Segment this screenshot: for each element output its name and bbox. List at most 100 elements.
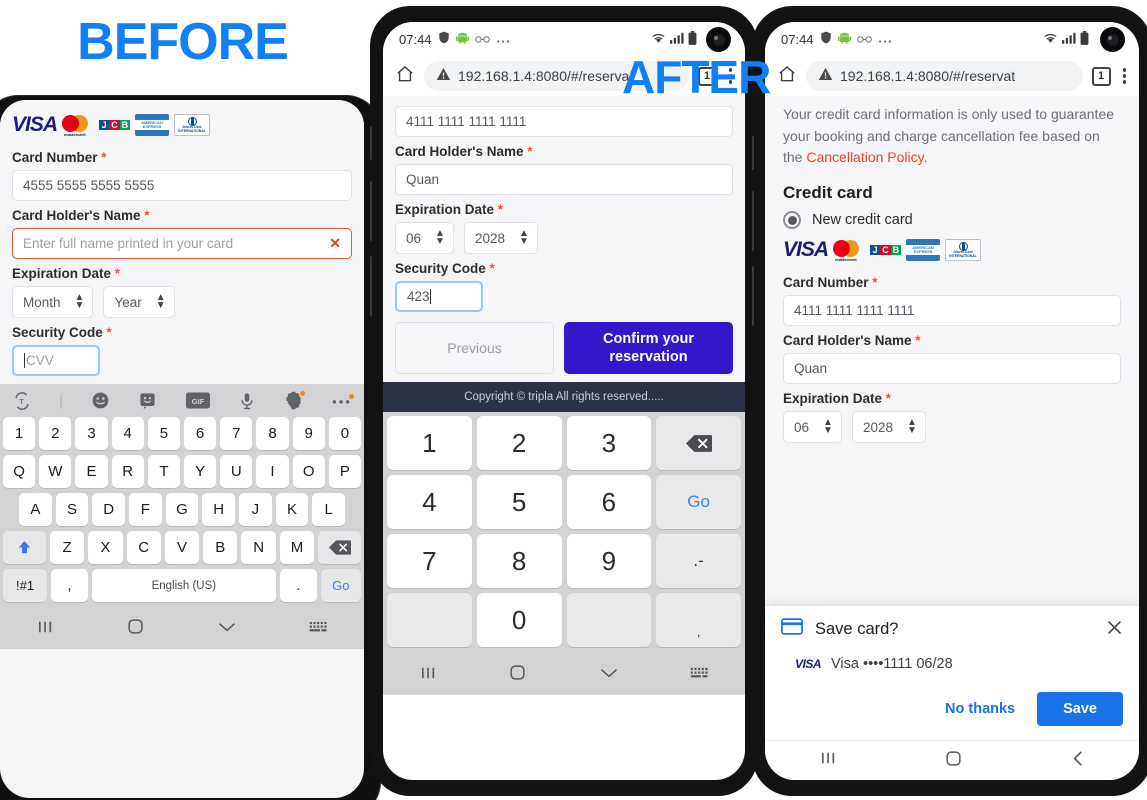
recents-icon[interactable] — [36, 618, 54, 641]
key[interactable]: H — [202, 493, 236, 526]
key[interactable]: V — [164, 531, 200, 564]
key[interactable]: 3 — [75, 417, 108, 450]
tab-counter-right[interactable]: 1 — [1091, 66, 1111, 86]
home-icon[interactable] — [508, 663, 527, 687]
save-button[interactable]: Save — [1037, 692, 1123, 726]
home-icon[interactable] — [777, 64, 797, 89]
cancellation-policy-link[interactable]: Cancellation Policy — [806, 149, 923, 165]
chevron-down-icon[interactable] — [599, 666, 619, 685]
key[interactable]: F — [129, 493, 162, 526]
numpad-key[interactable]: 6 — [566, 475, 652, 529]
gif-icon[interactable]: GIF — [185, 392, 210, 409]
expiry-month-select-mid[interactable]: 06 ▲ ▼ — [395, 222, 454, 254]
key[interactable]: W — [39, 455, 72, 488]
numpad-key[interactable]: 9 — [566, 534, 652, 588]
key[interactable]: 9 — [292, 417, 325, 450]
security-code-input-mid[interactable]: 423 — [395, 281, 483, 312]
home-icon[interactable] — [944, 749, 963, 773]
translate-icon[interactable]: T — [13, 391, 31, 410]
card-number-input-right[interactable]: 4111 1111 1111 1111 — [783, 295, 1121, 327]
close-icon[interactable] — [1106, 619, 1123, 640]
key[interactable]: 7 — [220, 417, 253, 450]
keyboard-switch-icon[interactable] — [309, 620, 328, 639]
key[interactable]: 6 — [184, 417, 217, 450]
key[interactable]: B — [203, 531, 238, 564]
numpad-key[interactable]: 7 — [387, 534, 472, 588]
key[interactable]: Y — [184, 455, 217, 488]
settings-icon[interactable] — [284, 391, 305, 410]
numpad-go-key[interactable]: Go — [656, 475, 741, 529]
key[interactable]: J — [239, 493, 272, 526]
home-icon[interactable] — [126, 617, 145, 641]
key[interactable]: T — [147, 455, 180, 488]
key[interactable]: E — [75, 455, 108, 488]
kebab-menu-icon[interactable] — [1120, 68, 1130, 84]
confirm-reservation-button[interactable]: Confirm your reservation — [564, 322, 733, 374]
key[interactable]: D — [92, 493, 125, 526]
card-number-input-mid[interactable]: 4111 1111 1111 1111 — [395, 106, 733, 137]
key[interactable]: M — [279, 531, 315, 564]
card-holder-input[interactable]: Enter full name printed in your card ✕ — [12, 228, 352, 259]
numpad-key[interactable]: 8 — [476, 534, 562, 588]
numpad-key[interactable]: 3 — [566, 416, 652, 470]
no-thanks-button[interactable]: No thanks — [935, 693, 1025, 725]
expiry-year-select-right[interactable]: 2028 ▲ ▼ — [851, 411, 926, 444]
recents-icon[interactable] — [819, 749, 837, 772]
key[interactable]: L — [312, 493, 346, 526]
numpad-key[interactable]: 1 — [387, 416, 472, 470]
expiry-year-select-mid[interactable]: 2028 ▲ ▼ — [463, 222, 538, 254]
keyboard-switch-icon[interactable] — [690, 666, 709, 685]
security-code-input[interactable]: CVV — [12, 345, 100, 376]
numpad-blank-key[interactable] — [566, 593, 652, 647]
key[interactable]: 0 — [328, 417, 362, 450]
go-key[interactable]: Go — [320, 569, 362, 602]
expiry-year-select[interactable]: Year ▲ ▼ — [103, 286, 175, 318]
key[interactable]: Q — [2, 455, 36, 488]
backspace-key[interactable] — [318, 531, 361, 564]
expiry-month-select[interactable]: Month ▲ ▼ — [12, 286, 94, 318]
key[interactable]: C — [126, 531, 161, 564]
previous-button[interactable]: Previous — [395, 322, 554, 374]
numpad-key[interactable]: 4 — [387, 475, 472, 529]
back-icon[interactable] — [1070, 749, 1085, 773]
numpad-backspace-key[interactable] — [656, 416, 741, 470]
key[interactable]: 8 — [256, 417, 289, 450]
key[interactable]: O — [292, 455, 325, 488]
key[interactable]: N — [241, 531, 276, 564]
mic-icon[interactable] — [238, 391, 256, 411]
card-holder-input-mid[interactable]: Quan — [395, 164, 733, 195]
numpad-comma-key[interactable]: , — [656, 593, 741, 647]
key[interactable]: 4 — [111, 417, 144, 450]
period-key[interactable]: . — [279, 569, 317, 602]
emoji-icon[interactable] — [91, 391, 110, 410]
key[interactable]: I — [256, 455, 289, 488]
more-icon[interactable] — [331, 393, 354, 405]
key[interactable]: P — [328, 455, 362, 488]
numpad-key[interactable]: 2 — [476, 416, 562, 470]
comma-key[interactable]: , — [51, 569, 88, 602]
recents-icon[interactable] — [419, 664, 437, 687]
expiry-month-select-right[interactable]: 06 ▲ ▼ — [783, 411, 842, 444]
sticker-icon[interactable] — [138, 391, 157, 410]
symbols-key[interactable]: !#1 — [3, 569, 48, 602]
key[interactable]: A — [18, 493, 52, 526]
numpad-blank-key[interactable] — [387, 593, 472, 647]
new-credit-card-radio-row[interactable]: New credit card — [765, 211, 1139, 235]
url-pill-right[interactable]: 192.168.1.4:8080/#/reservat — [806, 61, 1083, 91]
key[interactable]: G — [165, 493, 199, 526]
shift-key[interactable] — [3, 531, 46, 564]
card-number-input[interactable]: 4555 5555 5555 5555 — [12, 170, 352, 201]
key[interactable]: 1 — [2, 417, 36, 450]
numpad-zero-key[interactable]: 0 — [476, 593, 562, 647]
key[interactable]: S — [55, 493, 89, 526]
card-holder-input-right[interactable]: Quan — [783, 353, 1121, 385]
key[interactable]: 2 — [39, 417, 72, 450]
space-key[interactable]: English (US) — [91, 569, 276, 602]
key[interactable]: U — [220, 455, 253, 488]
key[interactable]: X — [88, 531, 123, 564]
key[interactable]: 5 — [147, 417, 180, 450]
numpad-key[interactable]: 5 — [476, 475, 562, 529]
home-icon[interactable] — [395, 64, 415, 89]
numpad-punct-key[interactable]: .- — [656, 534, 741, 588]
radio-selected-icon[interactable] — [783, 211, 801, 230]
